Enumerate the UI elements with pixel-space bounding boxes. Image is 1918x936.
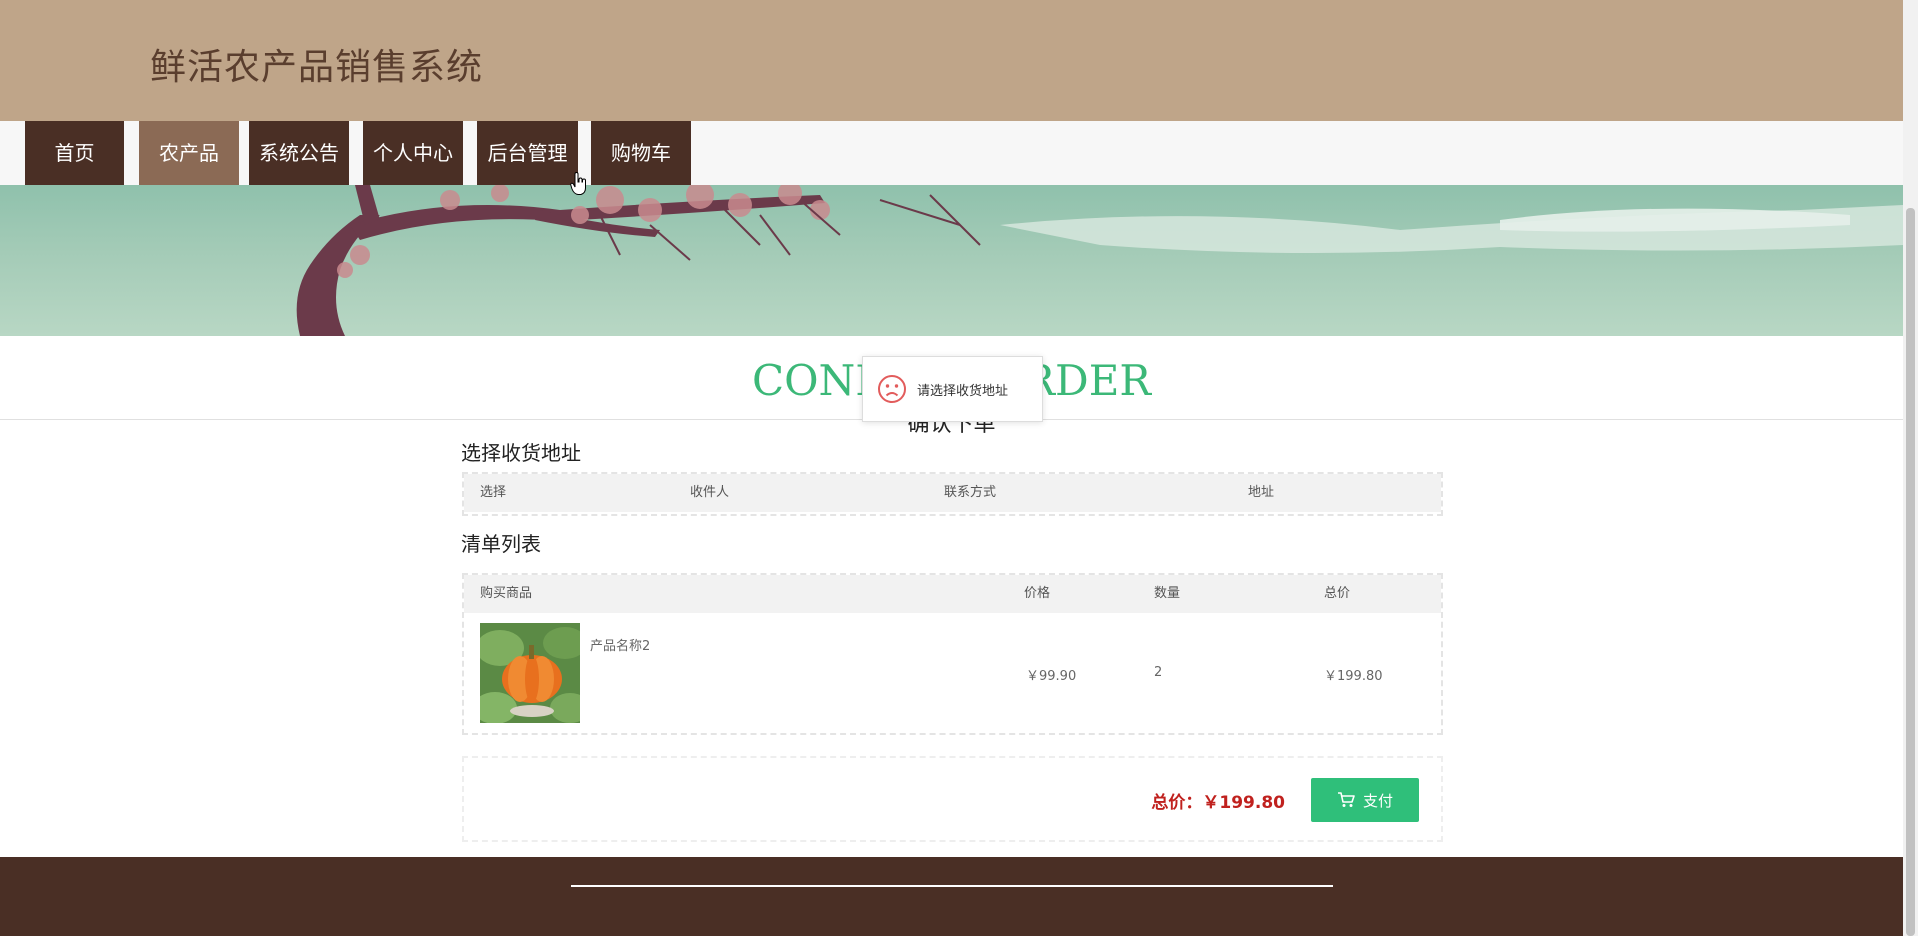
- toast-message: 请选择收货地址: [862, 356, 1043, 422]
- site-header: 鲜活农产品销售系统: [0, 0, 1903, 121]
- nav-item-admin[interactable]: 后台管理: [477, 121, 578, 185]
- column-header-select: 选择: [480, 485, 507, 500]
- site-title: 鲜活农产品销售系统: [150, 47, 484, 88]
- order-total: 总价：￥199.80: [1151, 788, 1285, 813]
- column-header-recipient: 收件人: [690, 485, 730, 500]
- list-section-title: 清单列表: [461, 532, 541, 556]
- pay-button[interactable]: 支付: [1311, 778, 1419, 822]
- toast-text: 请选择收货地址: [917, 383, 1009, 399]
- order-total-label: 总价：: [1151, 793, 1203, 813]
- column-header-quantity: 数量: [1154, 586, 1181, 601]
- scrollbar-thumb[interactable]: [1906, 208, 1915, 936]
- column-header-product: 购买商品: [480, 586, 533, 601]
- nav-item-home[interactable]: 首页: [25, 121, 124, 185]
- page-scrollbar[interactable]: [1903, 0, 1918, 936]
- order-summary: 总价：￥199.80 支付: [462, 756, 1443, 842]
- order-total-value: ￥199.80: [1202, 793, 1285, 813]
- banner-tree-illustration: [296, 185, 1903, 336]
- nav-item-announcements[interactable]: 系统公告: [249, 121, 349, 185]
- product-price: ￥99.90: [1026, 669, 1077, 684]
- pumpkin-image[interactable]: [480, 623, 580, 723]
- address-section-title: 选择收货地址: [461, 441, 581, 465]
- main-nav: 首页 农产品 系统公告 个人中心 后台管理 购物车: [0, 121, 1903, 185]
- product-total: ￥199.80: [1324, 669, 1383, 684]
- site-footer: [0, 857, 1903, 936]
- column-header-contact: 联系方式: [944, 485, 997, 500]
- footer-divider: [571, 885, 1333, 887]
- hand-cursor-icon: [570, 172, 586, 195]
- nav-item-products[interactable]: 农产品: [139, 121, 239, 185]
- pay-button-label: 支付: [1362, 791, 1393, 810]
- product-quantity: 2: [1154, 665, 1163, 680]
- column-header-price: 价格: [1024, 586, 1051, 601]
- product-name[interactable]: 产品名称2: [590, 635, 650, 654]
- sad-face-icon: [878, 375, 906, 403]
- nav-item-cart[interactable]: 购物车: [591, 121, 691, 185]
- order-list-header: 购买商品 价格 数量 总价: [464, 575, 1441, 613]
- column-header-address: 地址: [1248, 485, 1275, 500]
- column-header-total: 总价: [1324, 586, 1351, 601]
- banner-image: [0, 185, 1903, 336]
- nav-item-personal-center[interactable]: 个人中心: [363, 121, 463, 185]
- address-table-header: 选择 收件人 联系方式 地址: [464, 474, 1441, 512]
- cart-icon: [1337, 792, 1355, 807]
- address-table: 选择 收件人 联系方式 地址: [462, 472, 1443, 516]
- order-list-table: 购买商品 价格 数量 总价 产品名称2 ￥99.90 2 ￥199.80: [462, 573, 1443, 735]
